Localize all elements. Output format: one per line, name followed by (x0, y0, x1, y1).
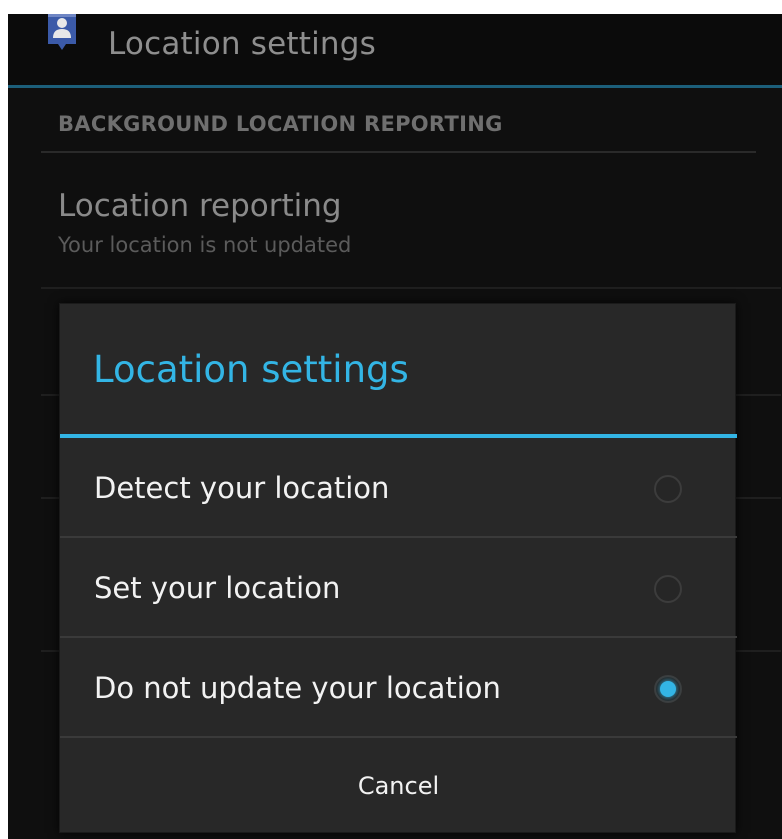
radio-button-selected[interactable] (654, 675, 682, 703)
radio-button[interactable] (654, 475, 682, 503)
action-bar: Location settings (8, 14, 782, 88)
cancel-button[interactable]: Cancel (60, 738, 737, 833)
radio-button[interactable] (654, 575, 682, 603)
radio-dot-icon (660, 681, 676, 697)
action-bar-title: Location settings (108, 26, 376, 62)
option-label: Do not update your location (94, 671, 501, 705)
option-label: Set your location (94, 571, 341, 605)
preference-summary: Your location is not updated (58, 233, 352, 257)
location-person-icon[interactable] (44, 14, 80, 62)
option-label: Detect your location (94, 471, 390, 505)
dialog-title: Location settings (93, 348, 409, 391)
location-settings-dialog: Location settings Detect your location S… (59, 303, 737, 833)
screen: Location settings BACKGROUND LOCATION RE… (8, 14, 782, 839)
option-do-not-update[interactable]: Do not update your location (60, 638, 737, 738)
preference-title: Location reporting (58, 188, 342, 224)
section-divider (41, 151, 756, 153)
option-detect-location[interactable]: Detect your location (60, 438, 737, 538)
list-divider (41, 287, 781, 289)
option-set-location[interactable]: Set your location (60, 538, 737, 638)
section-header: BACKGROUND LOCATION REPORTING (58, 112, 503, 136)
